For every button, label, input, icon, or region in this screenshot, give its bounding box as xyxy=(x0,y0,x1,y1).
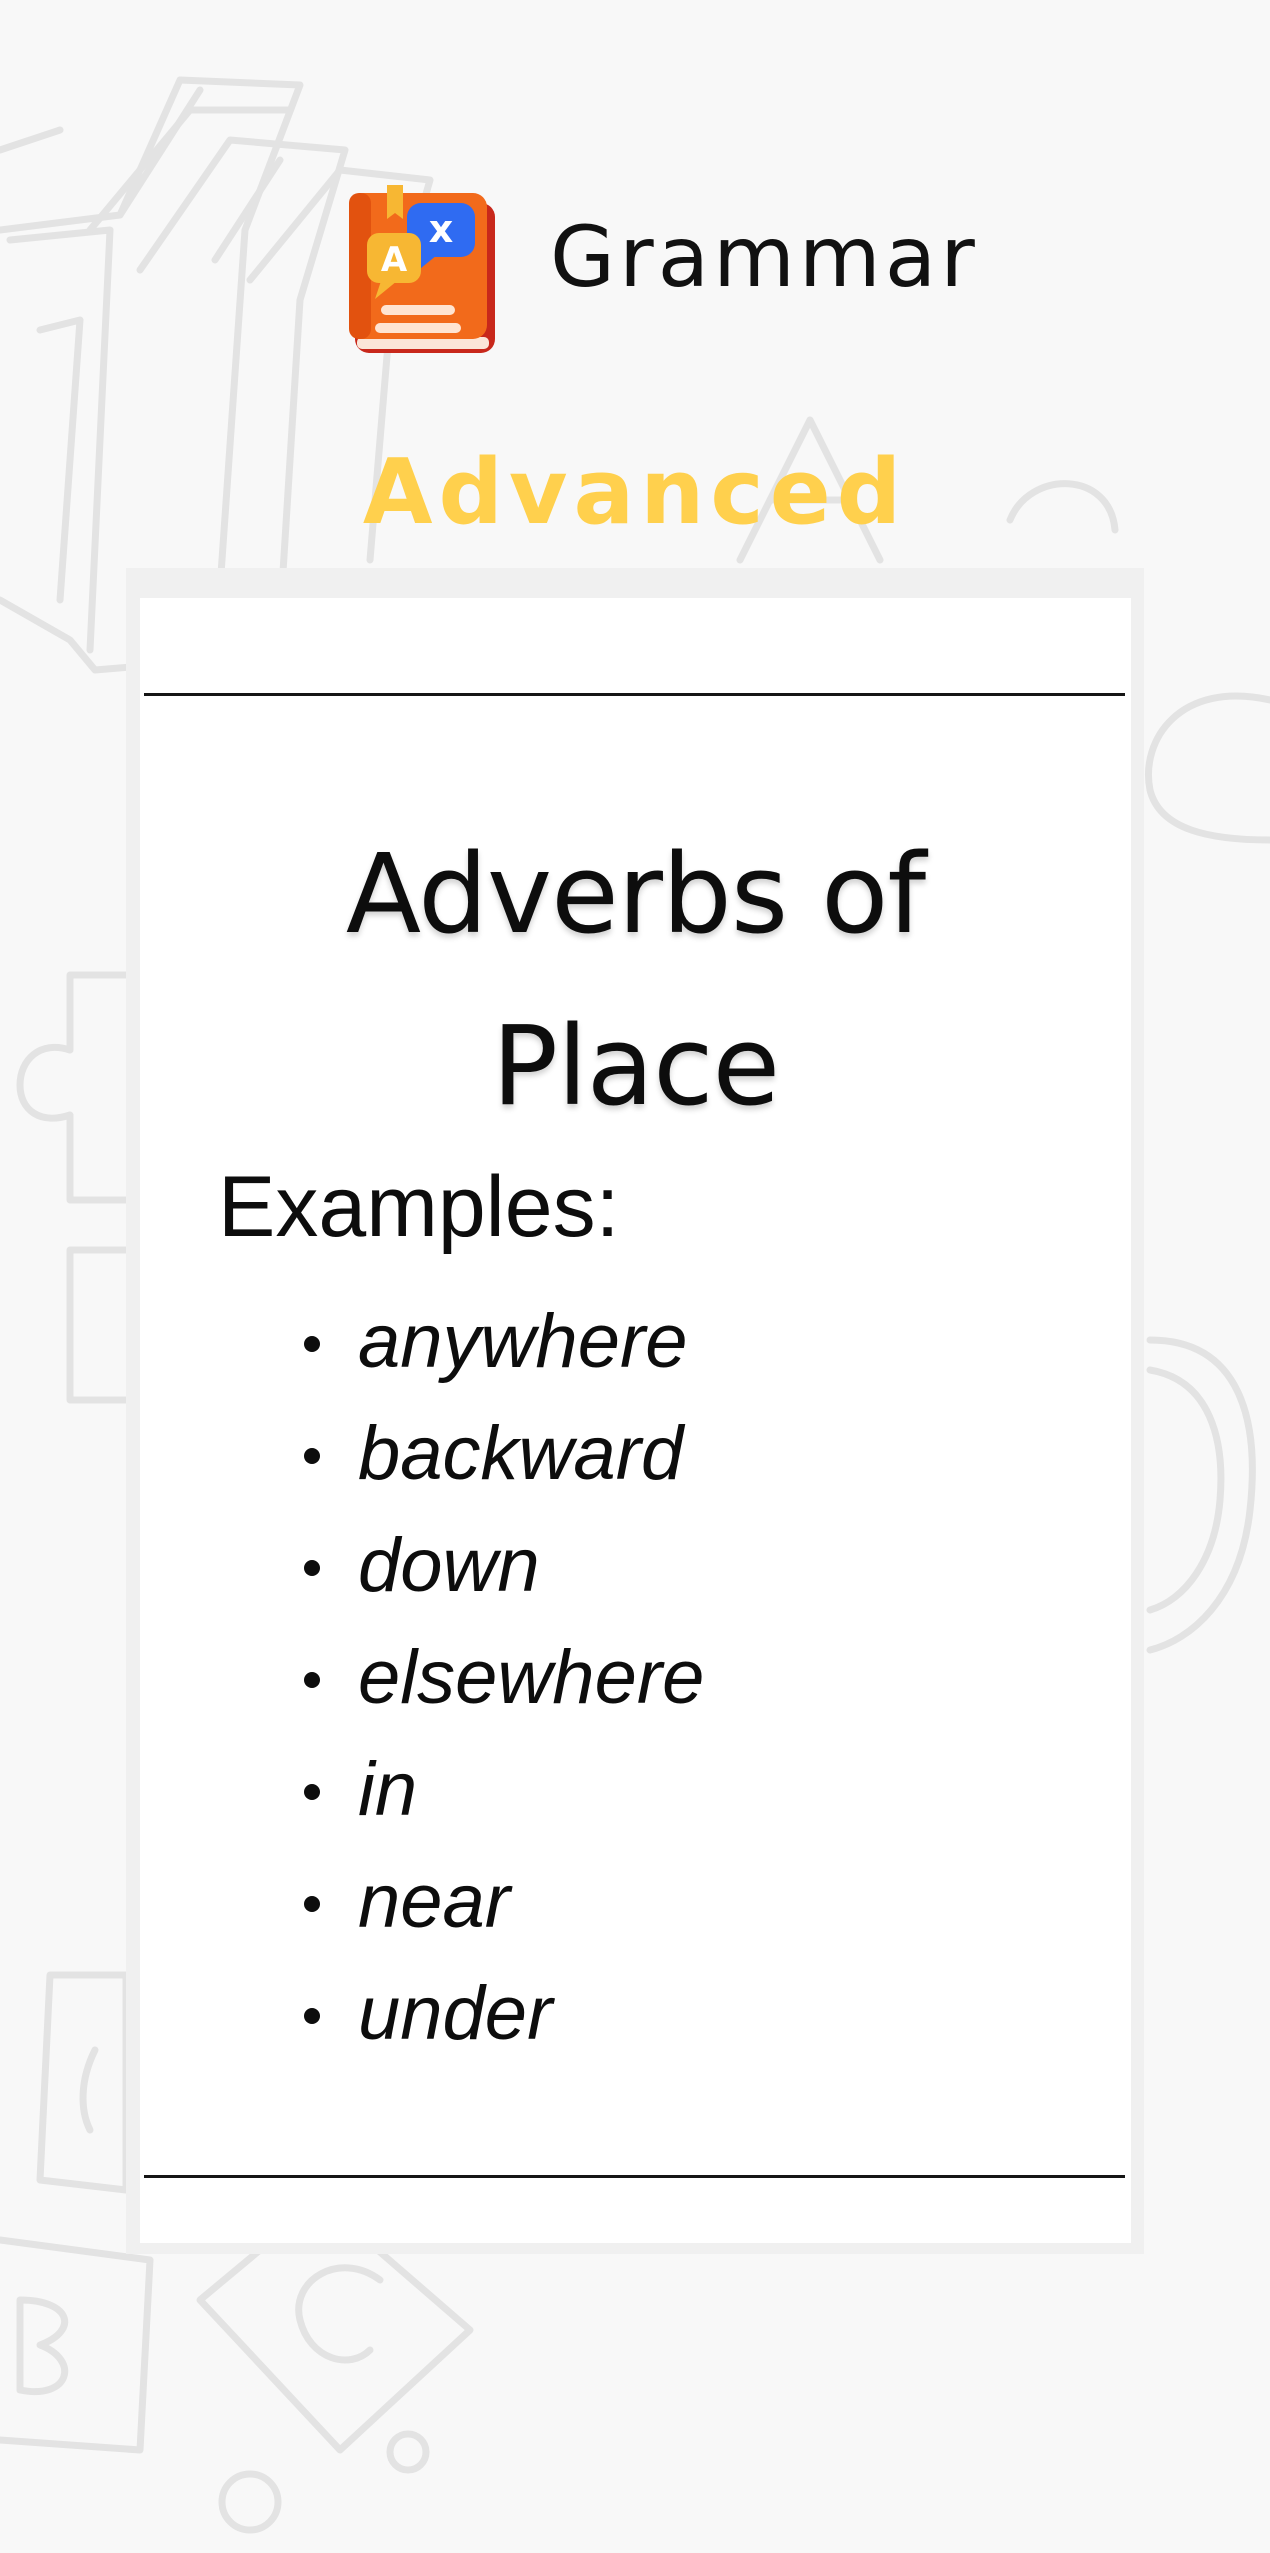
card-title: Adverbs of Place xyxy=(140,808,1131,1152)
bullet-icon xyxy=(304,1896,320,1912)
bullet-icon xyxy=(304,1448,320,1464)
example-item: backward xyxy=(290,1398,704,1510)
bullet-icon xyxy=(304,1560,320,1576)
example-text: anywhere xyxy=(358,1299,688,1384)
svg-text:A: A xyxy=(381,240,408,280)
example-text: elsewhere xyxy=(358,1635,705,1720)
example-text: down xyxy=(358,1523,540,1608)
bottom-divider xyxy=(144,2175,1125,2178)
bullet-icon xyxy=(304,1336,320,1352)
examples-label: Examples: xyxy=(218,1159,620,1255)
example-item: elsewhere xyxy=(290,1622,704,1734)
app-title: Grammar xyxy=(550,208,979,306)
grammar-book-icon: x A xyxy=(349,185,495,353)
top-divider xyxy=(144,693,1125,696)
example-text: backward xyxy=(358,1411,684,1496)
example-text: near xyxy=(358,1859,511,1944)
right-loops-doodle xyxy=(1145,692,1270,1654)
card-title-line-1: Adverbs of xyxy=(345,830,926,958)
card-title-line-2: Place xyxy=(491,1002,780,1130)
example-item: in xyxy=(290,1734,704,1846)
bullet-icon xyxy=(304,1672,320,1688)
example-item: under xyxy=(290,1958,704,2070)
header: x A Grammar xyxy=(345,185,975,360)
bullet-icon xyxy=(304,1784,320,1800)
example-item: down xyxy=(290,1510,704,1622)
level-label: Advanced xyxy=(362,440,908,545)
puzzle-doodle xyxy=(16,971,130,1404)
example-item: anywhere xyxy=(290,1286,704,1398)
svg-text:x: x xyxy=(429,207,454,251)
bullet-icon xyxy=(304,2008,320,2024)
examples-list: anywhere backward down elsewhere in near… xyxy=(290,1286,704,2070)
example-item: near xyxy=(290,1846,704,1958)
example-text: under xyxy=(358,1971,553,2056)
example-text: in xyxy=(358,1747,418,1832)
